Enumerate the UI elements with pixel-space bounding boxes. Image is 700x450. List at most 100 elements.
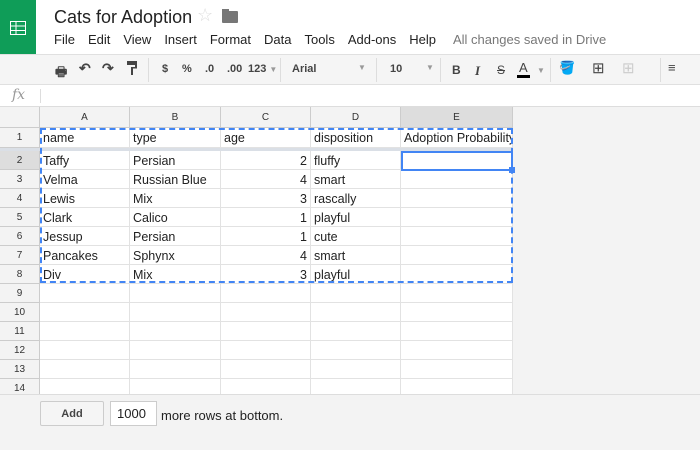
cell-e4[interactable] — [401, 189, 513, 208]
folder-icon[interactable] — [222, 9, 238, 23]
column-header-a[interactable]: A — [40, 107, 130, 128]
cell-a9[interactable] — [40, 284, 130, 303]
cell-a13[interactable] — [40, 360, 130, 379]
cell-b13[interactable] — [130, 360, 221, 379]
italic-button[interactable]: I — [475, 63, 480, 79]
menu-help[interactable]: Help — [409, 32, 436, 47]
add-rows-button[interactable]: Add — [40, 401, 104, 426]
cell-d1[interactable]: disposition — [311, 128, 401, 148]
rows-count-input[interactable]: 1000 — [110, 401, 157, 426]
align-left-icon[interactable]: ≡ — [668, 60, 676, 75]
row-header-12[interactable]: 12 — [0, 341, 40, 360]
cell-e6[interactable] — [401, 227, 513, 246]
cell-b9[interactable] — [130, 284, 221, 303]
row-header-8[interactable]: 8 — [0, 265, 40, 284]
cell-e11[interactable] — [401, 322, 513, 341]
menu-view[interactable]: View — [123, 32, 151, 47]
cell-a3[interactable]: Velma — [40, 170, 130, 189]
frozen-row-divider[interactable] — [0, 148, 513, 151]
cell-c1[interactable]: age — [221, 128, 311, 148]
row-header-6[interactable]: 6 — [0, 227, 40, 246]
cell-a11[interactable] — [40, 322, 130, 341]
cell-e10[interactable] — [401, 303, 513, 322]
row-header-11[interactable]: 11 — [0, 322, 40, 341]
cell-b3[interactable]: Russian Blue — [130, 170, 221, 189]
cell-d7[interactable]: smart — [311, 246, 401, 265]
row-header-5[interactable]: 5 — [0, 208, 40, 227]
number-format-dropdown[interactable]: 123 ▼ — [248, 63, 277, 75]
cell-d10[interactable] — [311, 303, 401, 322]
cell-b4[interactable]: Mix — [130, 189, 221, 208]
cell-d8[interactable]: playful — [311, 265, 401, 284]
increase-decimal-button[interactable]: .00 — [227, 63, 242, 75]
cell-e2[interactable] — [401, 151, 513, 170]
cell-e3[interactable] — [401, 170, 513, 189]
cell-a4[interactable]: Lewis — [40, 189, 130, 208]
undo-icon[interactable]: ↶ — [79, 60, 91, 77]
save-status[interactable]: All changes saved in Drive — [453, 32, 606, 47]
print-icon[interactable]: 🖶 — [55, 63, 67, 85]
cell-d12[interactable] — [311, 341, 401, 360]
star-icon[interactable]: ☆ — [197, 5, 213, 26]
cell-d11[interactable] — [311, 322, 401, 341]
cell-c13[interactable] — [221, 360, 311, 379]
cell-c4[interactable]: 3 — [221, 189, 311, 208]
cell-d4[interactable]: rascally — [311, 189, 401, 208]
cell-a8[interactable]: Div — [40, 265, 130, 284]
cell-e1[interactable]: Adoption Probability — [401, 128, 513, 148]
cell-e12[interactable] — [401, 341, 513, 360]
select-all-corner[interactable] — [0, 107, 40, 128]
redo-icon[interactable]: ↷ — [102, 60, 114, 77]
cell-d2[interactable]: fluffy — [311, 151, 401, 170]
menu-format[interactable]: Format — [210, 32, 251, 47]
cell-a7[interactable]: Pancakes — [40, 246, 130, 265]
cell-a6[interactable]: Jessup — [40, 227, 130, 246]
column-header-e[interactable]: E — [401, 107, 513, 128]
cell-e13[interactable] — [401, 360, 513, 379]
menu-data[interactable]: Data — [264, 32, 291, 47]
row-header-9[interactable]: 9 — [0, 284, 40, 303]
decrease-decimal-button[interactable]: .0 — [205, 63, 214, 75]
cell-c9[interactable] — [221, 284, 311, 303]
cell-d13[interactable] — [311, 360, 401, 379]
fill-color-icon[interactable]: 🪣 — [559, 60, 575, 76]
cell-a1[interactable]: name — [40, 128, 130, 148]
cell-b5[interactable]: Calico — [130, 208, 221, 227]
row-header-2[interactable]: 2 — [0, 151, 40, 170]
cell-c10[interactable] — [221, 303, 311, 322]
cell-e9[interactable] — [401, 284, 513, 303]
cell-b11[interactable] — [130, 322, 221, 341]
cell-c3[interactable]: 4 — [221, 170, 311, 189]
cell-e5[interactable] — [401, 208, 513, 227]
cell-c8[interactable]: 3 — [221, 265, 311, 284]
cell-a10[interactable] — [40, 303, 130, 322]
cell-b7[interactable]: Sphynx — [130, 246, 221, 265]
cell-e7[interactable] — [401, 246, 513, 265]
cell-b2[interactable]: Persian — [130, 151, 221, 170]
column-header-c[interactable]: C — [221, 107, 311, 128]
column-header-d[interactable]: D — [311, 107, 401, 128]
bold-button[interactable]: B — [452, 63, 461, 77]
cell-d6[interactable]: cute — [311, 227, 401, 246]
cell-c5[interactable]: 1 — [221, 208, 311, 227]
row-header-3[interactable]: 3 — [0, 170, 40, 189]
currency-button[interactable]: $ — [162, 63, 168, 75]
merge-cells-icon[interactable]: ⊞ — [622, 59, 635, 77]
cell-b8[interactable]: Mix — [130, 265, 221, 284]
document-title[interactable]: Cats for Adoption — [54, 7, 192, 28]
spreadsheet-grid[interactable]: A B C D E 1 name type age disposition Adoption Pro… — [0, 107, 700, 398]
paint-format-icon[interactable] — [127, 61, 139, 78]
percent-button[interactable]: % — [182, 63, 192, 75]
row-header-7[interactable]: 7 — [0, 246, 40, 265]
cell-a12[interactable] — [40, 341, 130, 360]
sheets-logo[interactable] — [0, 0, 36, 55]
menu-insert[interactable]: Insert — [164, 32, 197, 47]
cell-c11[interactable] — [221, 322, 311, 341]
menu-addons[interactable]: Add-ons — [348, 32, 396, 47]
row-header-4[interactable]: 4 — [0, 189, 40, 208]
cell-b10[interactable] — [130, 303, 221, 322]
cell-a5[interactable]: Clark — [40, 208, 130, 227]
row-header-1[interactable]: 1 — [0, 128, 40, 148]
menu-file[interactable]: File — [54, 32, 75, 47]
row-header-13[interactable]: 13 — [0, 360, 40, 379]
